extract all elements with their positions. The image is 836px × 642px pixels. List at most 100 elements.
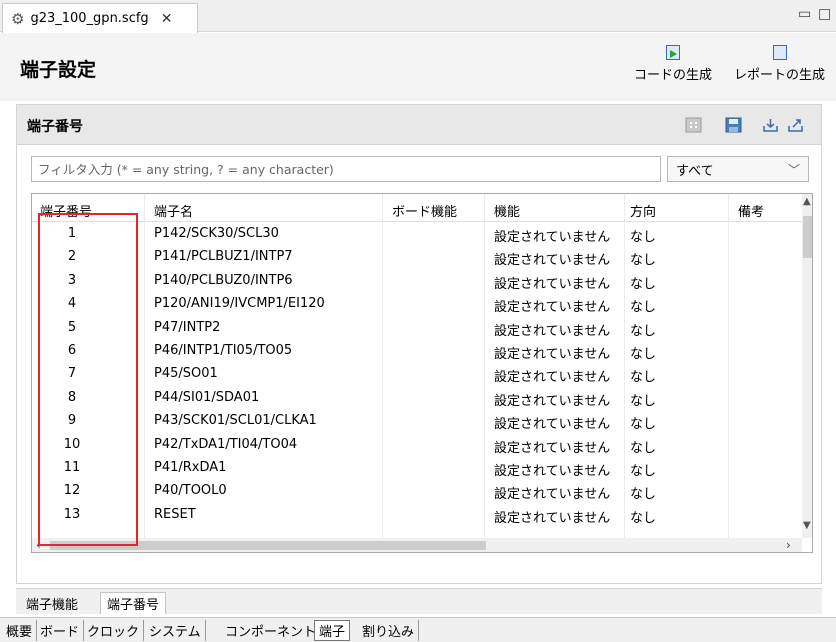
column-separator	[382, 194, 383, 552]
pin-number-cell: 12	[63, 483, 81, 499]
close-icon[interactable]: ✕	[161, 11, 173, 27]
tab-component[interactable]: コンポーネント	[221, 620, 322, 641]
filter-select-value: すべて	[676, 163, 714, 179]
scroll-down-icon[interactable]: ▼	[803, 520, 811, 531]
direction-cell: なし	[630, 323, 657, 339]
pin-name-cell: P141/PCLBUZ1/INTP7	[154, 249, 293, 265]
function-cell: 設定されていません	[494, 417, 611, 433]
report-generate-label: レポートの生成	[734, 68, 826, 83]
panel-header: 端子番号	[17, 105, 821, 145]
tab-board[interactable]: ボード	[36, 620, 85, 641]
vertical-scrollbar[interactable]: ▲ ▼	[802, 194, 812, 538]
table-row[interactable]: 7 P45/SO01 設定されていません なし	[32, 362, 802, 385]
pin-name-cell: P47/INTP2	[154, 319, 221, 335]
function-cell: 設定されていません	[494, 323, 611, 339]
table-row[interactable]: 3 P140/PCLBUZ0/INTP6 設定されていません なし	[32, 269, 802, 292]
horizontal-scrollbar[interactable]: ‹ ›	[32, 538, 802, 552]
direction-cell: なし	[630, 510, 657, 526]
table-row[interactable]: 8 P44/SI01/SDA01 設定されていません なし	[32, 386, 802, 409]
direction-cell: なし	[630, 276, 657, 292]
export-icon[interactable]	[787, 117, 804, 133]
save-icon[interactable]	[725, 117, 742, 133]
pin-name-cell: P120/ANI19/IVCMP1/EI120	[154, 296, 325, 312]
direction-cell: なし	[630, 346, 657, 362]
function-cell: 設定されていません	[494, 440, 611, 456]
tab-clock[interactable]: クロック	[83, 620, 145, 641]
tab-pin-function[interactable]: 端子機能	[20, 592, 84, 614]
column-separator	[624, 194, 625, 552]
pin-name-cell: P142/SCK30/SCL30	[154, 226, 279, 241]
pin-grid: 端子番号 端子名 ボード機能 機能 方向 備考 1 P142/SCK30/SCL3…	[32, 194, 802, 526]
pin-name-cell: P45/SO01	[154, 366, 218, 382]
scroll-left-icon[interactable]: ‹	[36, 538, 41, 552]
table-row[interactable]: 5 P47/INTP2 設定されていません なし	[32, 316, 802, 339]
column-header-note[interactable]: 備考	[738, 201, 764, 220]
vertical-scroll-thumb[interactable]	[803, 216, 812, 258]
maximize-icon[interactable]: □	[818, 6, 831, 22]
table-row[interactable]: 10 P42/TxDA1/TI04/TO04 設定されていません なし	[32, 433, 802, 456]
pin-name-cell: P140/PCLBUZ0/INTP6	[154, 272, 293, 288]
column-header-direction[interactable]: 方向	[630, 201, 656, 220]
horizontal-scroll-thumb[interactable]	[50, 541, 486, 550]
pin-number-cell: 8	[67, 389, 77, 405]
function-cell: 設定されていません	[494, 300, 611, 316]
table-row[interactable]: 1 P142/SCK30/SCL30 設定されていません なし	[32, 222, 802, 245]
code-generate-button[interactable]: コードの生成	[634, 45, 712, 83]
function-cell: 設定されていません	[494, 510, 611, 526]
column-separator	[484, 194, 485, 552]
pin-number-cell: 13	[63, 506, 81, 522]
gear-icon: ⚙	[11, 9, 25, 28]
tab-interrupts[interactable]: 割り込み	[358, 620, 420, 641]
table-row[interactable]: 13 RESET 設定されていません なし	[32, 503, 802, 526]
pin-name-cell: P43/SCK01/SCL01/CLKA1	[154, 413, 317, 429]
sub-tab-bar: 端子機能 端子番号	[16, 588, 822, 614]
direction-cell: なし	[630, 253, 657, 269]
pin-number-cell: 9	[67, 413, 77, 429]
report-generate-button[interactable]: レポートの生成	[734, 45, 825, 83]
code-generate-label: コードの生成	[634, 68, 713, 83]
pin-name-cell: P42/TxDA1/TI04/TO04	[154, 436, 298, 452]
direction-cell: なし	[630, 370, 657, 386]
pin-number-cell: 7	[67, 366, 77, 382]
pin-name-cell: RESET	[154, 506, 196, 522]
tab-system[interactable]: システム	[145, 620, 206, 641]
column-separator	[144, 194, 145, 552]
editor-tab-scfg[interactable]: ⚙ g23_100_gpn.scfg ✕	[2, 3, 198, 33]
tab-overview[interactable]: 概要	[2, 620, 38, 641]
tab-pin-number[interactable]: 端子番号	[100, 592, 167, 614]
direction-cell: なし	[630, 487, 657, 503]
scroll-up-icon[interactable]: ▲	[803, 196, 811, 207]
panel-title: 端子番号	[27, 119, 83, 135]
function-cell: 設定されていません	[494, 346, 611, 362]
tab-pins[interactable]: 端子	[314, 620, 351, 641]
table-row[interactable]: 6 P46/INTP1/TI05/TO05 設定されていません なし	[32, 339, 802, 362]
pin-name-cell: P40/TOOL0	[154, 483, 227, 499]
function-cell: 設定されていません	[494, 253, 611, 269]
table-body: 1 P142/SCK30/SCL30 設定されていません なし 2 P141/PCLBUZ…	[32, 222, 802, 526]
pin-number-cell: 2	[67, 249, 77, 265]
function-cell: 設定されていません	[494, 370, 611, 386]
editor-tab-bar: ⚙ g23_100_gpn.scfg ✕ ▭ □	[0, 0, 836, 33]
table-row[interactable]: 11 P41/RxDA1 設定されていません なし	[32, 456, 802, 479]
filter-select[interactable]: すべて ﹀	[667, 156, 809, 182]
pin-name-cell: P41/RxDA1	[154, 459, 227, 475]
table-row[interactable]: 4 P120/ANI19/IVCMP1/EI120 設定されていません なし	[32, 292, 802, 315]
table-row[interactable]: 12 P40/TOOL0 設定されていません なし	[32, 479, 802, 502]
scroll-right-icon[interactable]: ›	[786, 538, 791, 552]
column-header-pin-no[interactable]: 端子番号	[40, 201, 92, 220]
function-cell: 設定されていません	[494, 487, 611, 503]
page-title: 端子設定	[20, 59, 97, 81]
grid-view-icon[interactable]	[685, 117, 702, 133]
column-header-pin-name[interactable]: 端子名	[154, 201, 193, 220]
table-row[interactable]: 9 P43/SCK01/SCL01/CLKA1 設定されていません なし	[32, 409, 802, 432]
minimize-icon[interactable]: ▭	[798, 6, 811, 22]
column-header-function[interactable]: 機能	[494, 201, 520, 220]
function-cell: 設定されていません	[494, 230, 611, 245]
table-row[interactable]: 2 P141/PCLBUZ1/INTP7 設定されていません なし	[32, 245, 802, 268]
column-separator	[728, 194, 729, 552]
import-icon[interactable]	[762, 117, 779, 133]
filter-input[interactable]	[31, 156, 661, 182]
pin-number-cell: 6	[67, 342, 77, 358]
column-header-board[interactable]: ボード機能	[392, 201, 457, 220]
pin-number-panel: 端子番号 すべて ﹀ 端子番号 端子名 ボード機能	[16, 104, 822, 584]
